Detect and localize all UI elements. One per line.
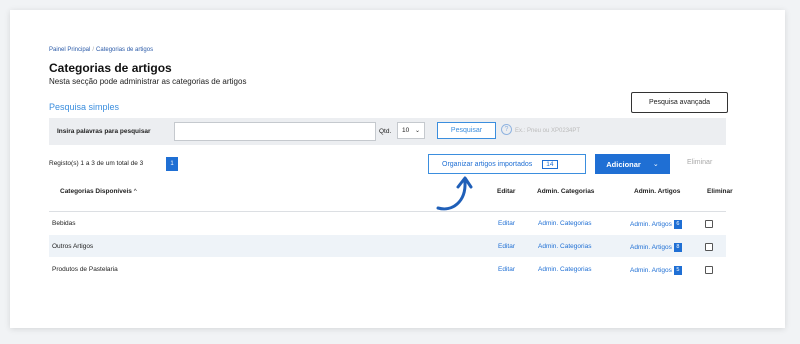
- breadcrumb-current[interactable]: Categorias de artigos: [96, 47, 153, 53]
- search-label: Insira palavras para pesquisar: [57, 128, 151, 135]
- page-title: Categorias de artigos: [49, 61, 172, 75]
- search-bar: Insira palavras para pesquisar Qtd. 10 ⌄…: [49, 118, 726, 145]
- edit-link[interactable]: Editar: [498, 243, 515, 250]
- search-input[interactable]: [174, 122, 376, 141]
- delete-button[interactable]: Eliminar: [687, 159, 712, 166]
- delete-checkbox[interactable]: [705, 266, 713, 274]
- article-count-badge: 8: [673, 243, 682, 252]
- admin-articles-link[interactable]: Admin. Artigos 6: [630, 220, 682, 229]
- qtd-value: 10: [402, 127, 410, 134]
- chevron-down-icon: ⌄: [652, 161, 659, 168]
- qtd-label: Qtd.: [379, 128, 392, 135]
- search-hint: Ex.: Pneu ou XP0234PT: [515, 128, 581, 134]
- table-row: Bebidas Editar Admin. Categorias Admin. …: [49, 212, 726, 234]
- article-count-badge: 6: [673, 220, 682, 229]
- delete-checkbox[interactable]: [705, 220, 713, 228]
- page-subtitle: Nesta secção pode administrar as categor…: [49, 77, 247, 86]
- header-admin-articles: Admin. Artigos: [634, 188, 681, 195]
- simple-search-title: Pesquisa simples: [49, 102, 120, 112]
- search-button[interactable]: Pesquisar: [437, 122, 496, 139]
- header-edit: Editar: [497, 188, 516, 195]
- admin-categories-link[interactable]: Admin. Categorias: [538, 243, 591, 250]
- breadcrumb-separator: /: [92, 47, 95, 53]
- breadcrumb: Painel Principal / Categorias de artigos: [49, 47, 153, 53]
- advanced-search-button[interactable]: Pesquisa avançada: [631, 92, 728, 113]
- admin-articles-link[interactable]: Admin. Artigos 8: [630, 243, 682, 252]
- add-button[interactable]: Adicionar ⌄: [595, 154, 670, 174]
- admin-categories-link[interactable]: Admin. Categorias: [538, 266, 591, 273]
- chevron-down-icon: ⌄: [414, 128, 420, 134]
- sort-icon[interactable]: ^: [134, 188, 137, 195]
- breadcrumb-home-link[interactable]: Painel Principal: [49, 47, 90, 53]
- header-admin-categories: Admin. Categorias: [537, 188, 595, 195]
- delete-checkbox[interactable]: [705, 243, 713, 251]
- add-label: Adicionar: [606, 159, 641, 169]
- admin-categories-link[interactable]: Admin. Categorias: [538, 220, 591, 227]
- help-icon[interactable]: ?: [501, 124, 512, 135]
- header-categories[interactable]: Categorias Disponíveis ^: [60, 188, 137, 195]
- edit-link[interactable]: Editar: [498, 266, 515, 273]
- organize-count-badge: 14: [542, 159, 558, 169]
- row-name: Outros Artigos: [52, 243, 94, 250]
- header-delete: Eliminar: [707, 188, 733, 195]
- article-count-badge: 5: [673, 266, 682, 275]
- edit-link[interactable]: Editar: [498, 220, 515, 227]
- organize-label: Organizar artigos importados: [442, 160, 533, 168]
- curved-arrow-icon: [436, 176, 473, 211]
- row-name: Produtos de Pastelaria: [52, 266, 118, 273]
- pagination-page-1[interactable]: 1: [166, 157, 178, 171]
- admin-articles-link[interactable]: Admin. Artigos 5: [630, 266, 682, 275]
- organize-imported-button[interactable]: Organizar artigos importados 14: [428, 154, 586, 174]
- row-name: Bebidas: [52, 220, 76, 227]
- table-row: Produtos de Pastelaria Editar Admin. Cat…: [49, 258, 726, 280]
- qtd-select[interactable]: 10 ⌄: [397, 122, 425, 139]
- table-row: Outros Artigos Editar Admin. Categorias …: [49, 235, 726, 257]
- records-count: Registo(s) 1 a 3 de um total de 3: [49, 160, 144, 167]
